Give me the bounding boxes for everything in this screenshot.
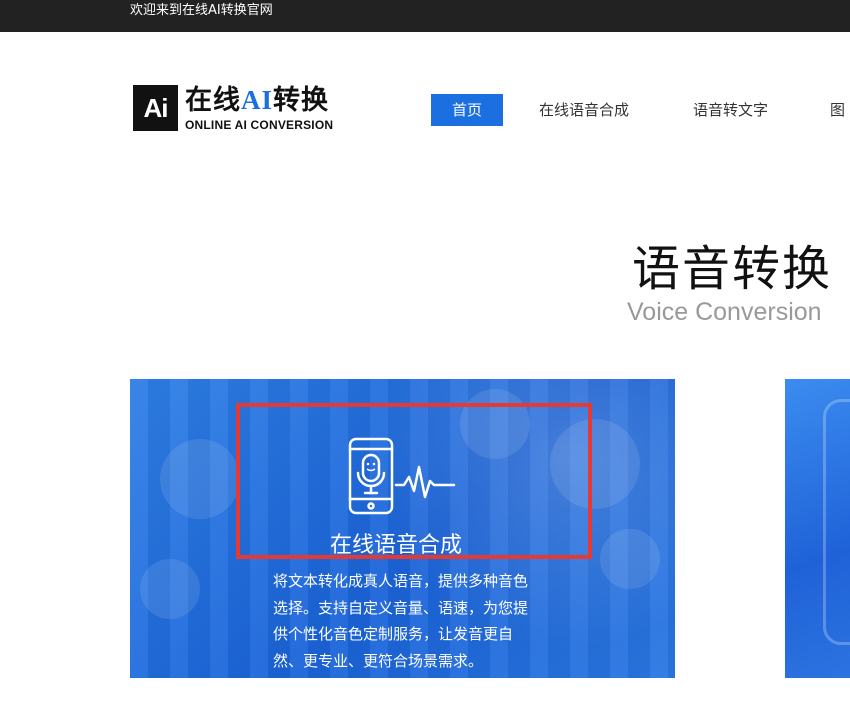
section-subtitle: Voice Conversion (627, 298, 822, 326)
logo-mark: Ai (133, 85, 178, 131)
top-bar: 欢迎来到在线AI转换官网 (0, 0, 850, 32)
card-bg-decoration (823, 399, 850, 645)
card-bg-decoration (160, 439, 240, 519)
nav-item-tts[interactable]: 在线语音合成 (539, 94, 629, 126)
nav-item-home[interactable]: 首页 (431, 94, 503, 126)
next-service-card[interactable] (785, 379, 850, 678)
section-title: 语音转换 (632, 241, 833, 297)
card-title: 在线语音合成 (330, 533, 463, 558)
logo-cn-prefix: 在线 (185, 85, 241, 116)
logo-cn-accent: AI (241, 85, 274, 115)
nav-item-image[interactable]: 图 (830, 94, 845, 126)
card-bg-decoration (600, 529, 660, 589)
nav-item-speech-to-text[interactable]: 语音转文字 (693, 94, 768, 126)
welcome-text: 欢迎来到在线AI转换官网 (130, 3, 273, 18)
phone-microphone-waveform-icon (348, 437, 458, 519)
logo-chinese-text: 在线AI转换 (185, 84, 329, 117)
logo-cn-suffix: 转换 (273, 85, 330, 116)
site-logo[interactable]: Ai 在线AI转换 ONLINE AI CONVERSION (133, 85, 345, 133)
card-description: 将文本转化成真人语音，提供多种音色选择。支持自定义音量、语速，为您提供个性化音色… (273, 572, 529, 670)
card-bg-decoration (140, 559, 200, 619)
logo-english-text: ONLINE AI CONVERSION (185, 118, 334, 132)
